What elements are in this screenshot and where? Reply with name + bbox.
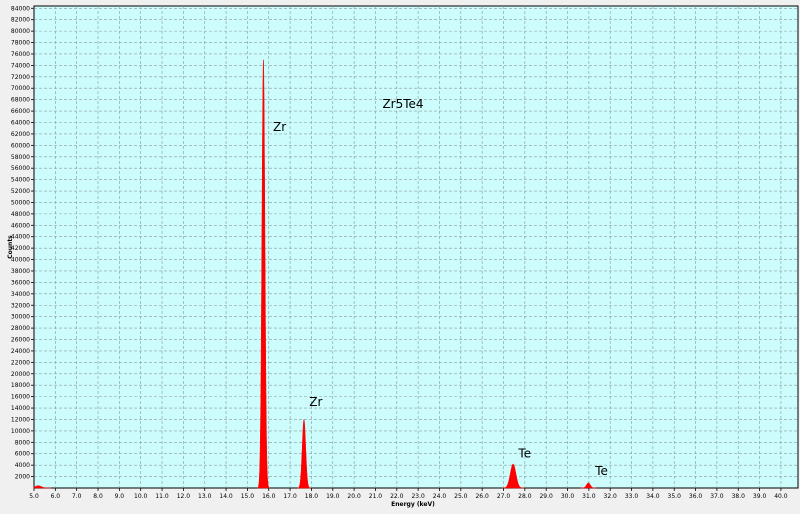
spectrum-chart: 5.0 6.0 7.0 8.0 9.0 10.0 11.0 12.0 13.0 14.0 15.0 1… bbox=[0, 0, 800, 510]
y-tick-label: 60000 bbox=[11, 142, 30, 149]
y-tick-label: 48000 bbox=[11, 211, 30, 218]
x-tick-label: 27.0 bbox=[497, 493, 511, 500]
y-tick-label: 54000 bbox=[11, 177, 30, 184]
x-tick-label: 36.0 bbox=[689, 493, 703, 500]
y-tick-label: 14000 bbox=[11, 405, 30, 412]
x-tick-label: 15.0 bbox=[241, 493, 255, 500]
y-tick-label: 4000 bbox=[15, 462, 30, 469]
x-tick-label: 26.0 bbox=[475, 493, 489, 500]
y-tick-label: 78000 bbox=[11, 40, 30, 47]
x-tick-label: 7.0 bbox=[72, 493, 82, 500]
x-tick-label: 16.0 bbox=[262, 493, 276, 500]
x-tick-label: 35.0 bbox=[668, 493, 682, 500]
x-tick-label: 12.0 bbox=[177, 493, 191, 500]
y-tick-layer: 2000 4000 6000 8000 10000 12000 14000 16000 1800… bbox=[11, 5, 34, 481]
x-tick-label: 10.0 bbox=[134, 493, 148, 500]
peak-label: Te bbox=[594, 464, 608, 478]
y-tick-label: 16000 bbox=[11, 394, 30, 401]
x-tick-label: 31.0 bbox=[582, 493, 596, 500]
y-tick-label: 20000 bbox=[11, 371, 30, 378]
y-tick-label: 80000 bbox=[11, 28, 30, 35]
chart-title: Zr5Te4 bbox=[382, 97, 423, 111]
x-tick-label: 13.0 bbox=[198, 493, 212, 500]
y-tick-label: 46000 bbox=[11, 222, 30, 229]
y-tick-label: 22000 bbox=[11, 359, 30, 366]
x-tick-label: 39.0 bbox=[753, 493, 767, 500]
x-tick-label: 5.0 bbox=[29, 493, 39, 500]
x-tick-label: 9.0 bbox=[115, 493, 125, 500]
peak-label: Zr bbox=[273, 120, 286, 134]
x-tick-label: 19.0 bbox=[326, 493, 340, 500]
x-tick-label: 30.0 bbox=[561, 493, 575, 500]
x-tick-label: 38.0 bbox=[732, 493, 746, 500]
y-tick-label: 56000 bbox=[11, 165, 30, 172]
x-axis-label: Energy (keV) bbox=[391, 501, 435, 508]
y-tick-label: 12000 bbox=[11, 416, 30, 423]
peak-label: Zr bbox=[309, 395, 322, 409]
y-tick-label: 76000 bbox=[11, 51, 30, 58]
y-tick-label: 34000 bbox=[11, 291, 30, 298]
x-tick-label: 6.0 bbox=[51, 493, 61, 500]
x-tick-label: 22.0 bbox=[390, 493, 404, 500]
plot-area bbox=[33, 5, 799, 489]
x-tick-label: 40.0 bbox=[774, 493, 788, 500]
x-tick-label: 8.0 bbox=[93, 493, 103, 500]
x-tick-label: 18.0 bbox=[305, 493, 319, 500]
x-tick-label: 17.0 bbox=[283, 493, 297, 500]
y-tick-label: 74000 bbox=[11, 62, 30, 69]
x-tick-label: 34.0 bbox=[646, 493, 660, 500]
y-tick-label: 52000 bbox=[11, 188, 30, 195]
y-tick-label: 30000 bbox=[11, 314, 30, 321]
y-tick-label: 72000 bbox=[11, 74, 30, 81]
x-tick-layer: 5.0 6.0 7.0 8.0 9.0 10.0 11.0 12.0 13.0 14.0 15.0 1… bbox=[29, 488, 788, 500]
y-tick-label: 36000 bbox=[11, 279, 30, 286]
y-tick-label: 70000 bbox=[11, 85, 30, 92]
y-tick-label: 82000 bbox=[11, 17, 30, 24]
y-tick-label: 10000 bbox=[11, 428, 30, 435]
y-tick-label: 64000 bbox=[11, 120, 30, 127]
x-tick-label: 24.0 bbox=[433, 493, 447, 500]
y-tick-label: 66000 bbox=[11, 108, 30, 115]
y-tick-label: 28000 bbox=[11, 325, 30, 332]
y-tick-label: 50000 bbox=[11, 199, 30, 206]
x-tick-label: 33.0 bbox=[625, 493, 639, 500]
y-tick-label: 2000 bbox=[15, 474, 30, 481]
y-tick-label: 8000 bbox=[15, 439, 30, 446]
peak-label: Te bbox=[517, 447, 531, 461]
y-tick-label: 32000 bbox=[11, 302, 30, 309]
x-tick-label: 23.0 bbox=[411, 493, 425, 500]
y-tick-label: 68000 bbox=[11, 97, 30, 104]
x-tick-label: 14.0 bbox=[219, 493, 233, 500]
x-tick-label: 28.0 bbox=[518, 493, 532, 500]
y-tick-label: 58000 bbox=[11, 154, 30, 161]
x-tick-label: 32.0 bbox=[604, 493, 618, 500]
y-tick-label: 18000 bbox=[11, 382, 30, 389]
y-tick-label: 24000 bbox=[11, 348, 30, 355]
y-tick-label: 26000 bbox=[11, 337, 30, 344]
x-tick-label: 37.0 bbox=[710, 493, 724, 500]
x-tick-label: 29.0 bbox=[539, 493, 553, 500]
x-tick-label: 11.0 bbox=[155, 493, 169, 500]
x-tick-label: 25.0 bbox=[454, 493, 468, 500]
y-axis-label: Counts bbox=[7, 235, 14, 259]
y-tick-label: 62000 bbox=[11, 131, 30, 138]
spectrum-chart-svg: 5.0 6.0 7.0 8.0 9.0 10.0 11.0 12.0 13.0 14.0 15.0 1… bbox=[7, 5, 799, 508]
x-tick-label: 20.0 bbox=[347, 493, 361, 500]
y-tick-label: 38000 bbox=[11, 268, 30, 275]
y-tick-label: 6000 bbox=[15, 451, 30, 458]
y-tick-label: 84000 bbox=[11, 5, 30, 12]
x-tick-label: 21.0 bbox=[369, 493, 383, 500]
